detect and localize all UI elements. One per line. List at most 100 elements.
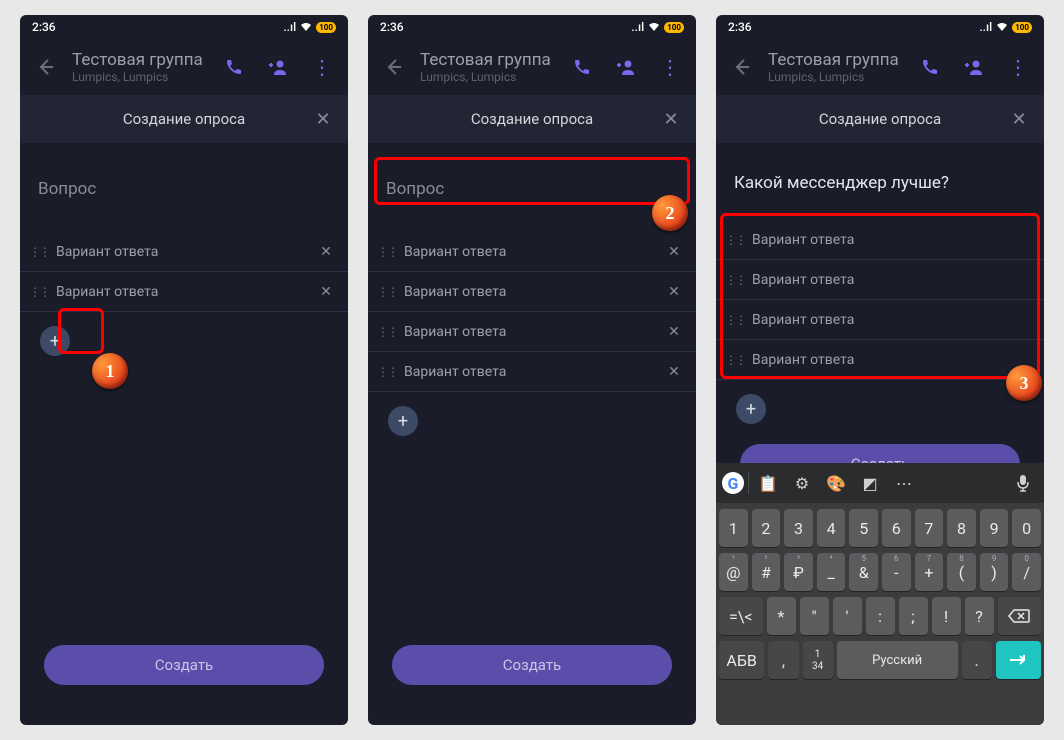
question-input[interactable]: Какой мессенджер лучше? [732, 167, 1028, 202]
key[interactable]: @¹ [719, 553, 748, 591]
key[interactable]: 4 [817, 509, 846, 547]
drag-handle-icon[interactable] [376, 365, 398, 379]
option-input[interactable]: Вариант ответа [746, 352, 1034, 368]
option-input[interactable]: Вариант ответа [398, 364, 662, 380]
key[interactable]: #² [752, 553, 781, 591]
google-icon[interactable]: G [722, 472, 744, 494]
key[interactable]: (8 [947, 553, 976, 591]
call-button[interactable] [912, 49, 948, 85]
key[interactable]: * [767, 597, 796, 635]
key[interactable]: ! [932, 597, 961, 635]
drag-handle-icon[interactable] [376, 245, 398, 259]
create-button[interactable]: Создать [740, 444, 1020, 463]
keyboard-suggestion-bar[interactable]: G 📋 ⚙ 🎨 ◩ ⋯ [716, 463, 1044, 503]
key[interactable]: _⁴ [817, 553, 846, 591]
key[interactable]: : [866, 597, 895, 635]
option-row[interactable]: Вариант ответа ✕ [368, 232, 696, 272]
add-member-button[interactable] [956, 49, 992, 85]
option-row[interactable]: Вариант ответа ✕ [368, 312, 696, 352]
create-button[interactable]: Создать [392, 645, 672, 685]
num-toggle-key[interactable]: 1 34 [803, 641, 833, 679]
option-input[interactable]: Вариант ответа [746, 272, 1034, 288]
sticker-icon[interactable]: ◩ [855, 468, 885, 498]
settings-icon[interactable]: ⚙ [787, 468, 817, 498]
remove-option-button[interactable]: ✕ [662, 364, 686, 380]
key[interactable]: ? [965, 597, 994, 635]
back-button[interactable] [376, 49, 412, 85]
clipboard-icon[interactable]: 📋 [753, 468, 783, 498]
back-button[interactable] [28, 49, 64, 85]
keyboard[interactable]: G 📋 ⚙ 🎨 ◩ ⋯ 1234567890 @¹#²₽³_⁴&5-6+7(8)… [716, 463, 1044, 725]
drag-handle-icon[interactable] [724, 313, 746, 327]
option-row[interactable]: Вариант ответа ✕ [368, 352, 696, 392]
create-button[interactable]: Создать [44, 645, 324, 685]
add-member-button[interactable] [608, 49, 644, 85]
abc-key[interactable]: АБВ [719, 641, 764, 679]
period-key[interactable]: . [962, 641, 992, 679]
key[interactable]: 1 [719, 509, 748, 547]
option-input[interactable]: Вариант ответа [398, 284, 662, 300]
drag-handle-icon[interactable] [28, 285, 50, 299]
close-button[interactable]: ✕ [656, 104, 686, 134]
remove-option-button[interactable]: ✕ [314, 284, 338, 300]
key[interactable]: 5 [849, 509, 878, 547]
add-option-button[interactable]: + [40, 326, 70, 356]
close-button[interactable]: ✕ [308, 104, 338, 134]
option-row[interactable]: Вариант ответа [716, 340, 1044, 380]
question-input[interactable]: Вопрос [36, 173, 332, 208]
more-icon[interactable]: ⋯ [889, 468, 919, 498]
option-input[interactable]: Вариант ответа [50, 244, 314, 260]
option-input[interactable]: Вариант ответа [398, 244, 662, 260]
key[interactable]: &5 [849, 553, 878, 591]
key[interactable]: /0 [1012, 553, 1041, 591]
option-input[interactable]: Вариант ответа [50, 284, 314, 300]
option-row[interactable]: Вариант ответа [716, 260, 1044, 300]
key[interactable]: ₽³ [784, 553, 813, 591]
palette-icon[interactable]: 🎨 [821, 468, 851, 498]
key[interactable]: )9 [980, 553, 1009, 591]
call-button[interactable] [564, 49, 600, 85]
key[interactable]: 8 [947, 509, 976, 547]
key[interactable]: -6 [882, 553, 911, 591]
question-input[interactable]: Вопрос [384, 173, 680, 208]
option-row[interactable]: Вариант ответа [716, 220, 1044, 260]
key[interactable]: 9 [980, 509, 1009, 547]
option-input[interactable]: Вариант ответа [746, 232, 1034, 248]
backspace-key[interactable] [998, 597, 1042, 635]
menu-button[interactable]: ⋮ [1000, 49, 1036, 85]
chat-title-block[interactable]: Тестовая группа Lumpics, Lumpics [72, 50, 208, 84]
remove-option-button[interactable]: ✕ [662, 324, 686, 340]
mic-icon[interactable] [1008, 468, 1038, 498]
menu-button[interactable]: ⋮ [652, 49, 688, 85]
remove-option-button[interactable]: ✕ [662, 284, 686, 300]
drag-handle-icon[interactable] [724, 233, 746, 247]
option-row[interactable]: Вариант ответа ✕ [368, 272, 696, 312]
add-member-button[interactable] [260, 49, 296, 85]
drag-handle-icon[interactable] [376, 285, 398, 299]
add-option-button[interactable]: + [736, 394, 766, 424]
option-row[interactable]: Вариант ответа [716, 300, 1044, 340]
key[interactable]: ; [899, 597, 928, 635]
close-button[interactable]: ✕ [1004, 104, 1034, 134]
option-row[interactable]: Вариант ответа ✕ [20, 232, 348, 272]
call-button[interactable] [216, 49, 252, 85]
option-input[interactable]: Вариант ответа [746, 312, 1034, 328]
key[interactable]: 7 [915, 509, 944, 547]
enter-key[interactable] [996, 641, 1041, 679]
key[interactable]: 2 [752, 509, 781, 547]
key[interactable]: +7 [915, 553, 944, 591]
option-input[interactable]: Вариант ответа [398, 324, 662, 340]
symbols-key[interactable]: =\< [719, 597, 763, 635]
comma-key[interactable]: , [768, 641, 798, 679]
space-key[interactable]: Русский [837, 641, 958, 679]
drag-handle-icon[interactable] [28, 245, 50, 259]
key[interactable]: 0 [1012, 509, 1041, 547]
drag-handle-icon[interactable] [724, 353, 746, 367]
key[interactable]: " [800, 597, 829, 635]
chat-title-block[interactable]: Тестовая группа Lumpics, Lumpics [768, 50, 904, 84]
key[interactable]: 6 [882, 509, 911, 547]
drag-handle-icon[interactable] [376, 325, 398, 339]
back-button[interactable] [724, 49, 760, 85]
key[interactable]: 3 [784, 509, 813, 547]
chat-title-block[interactable]: Тестовая группа Lumpics, Lumpics [420, 50, 556, 84]
